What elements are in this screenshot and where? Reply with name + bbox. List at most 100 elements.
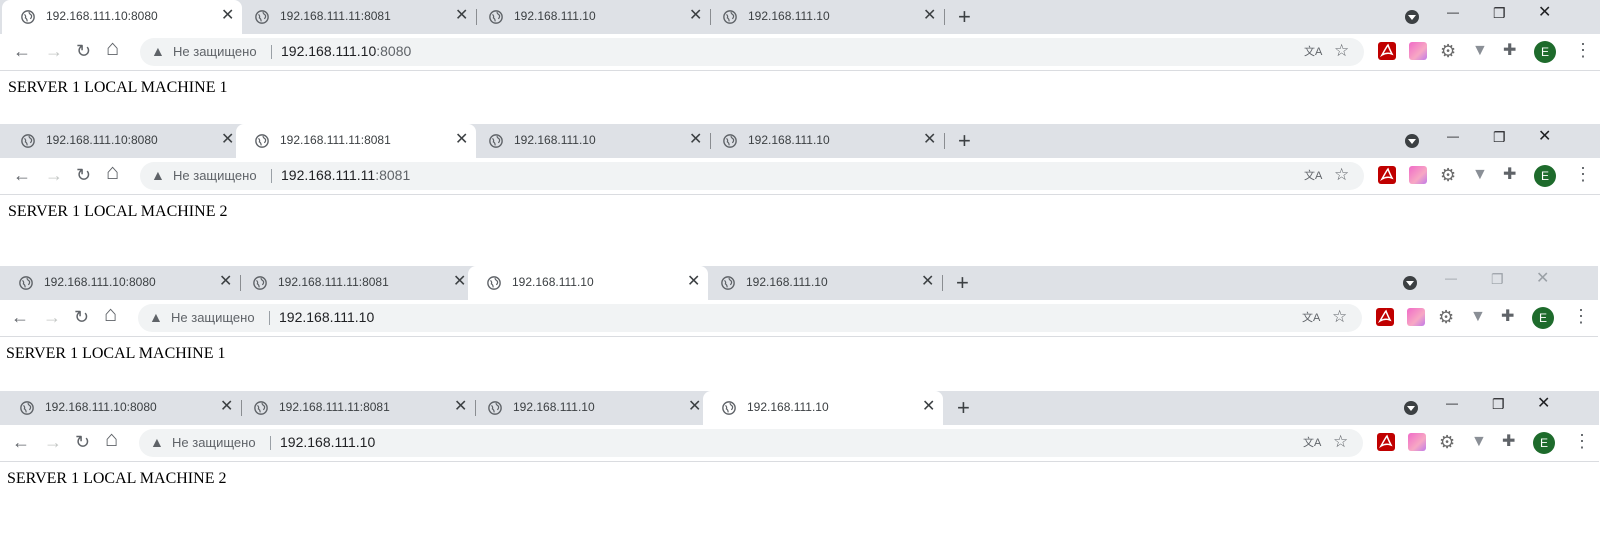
tab-search-dropdown-icon[interactable] [1403, 276, 1417, 290]
close-tab-icon[interactable]: ✕ [221, 8, 234, 24]
close-tab-icon[interactable]: ✕ [219, 274, 232, 290]
puzzle-icon[interactable]: ✚ [1503, 42, 1521, 60]
close-tab-icon[interactable]: ✕ [922, 399, 935, 415]
close-tab-icon[interactable]: ✕ [221, 132, 234, 148]
home-button[interactable]: ⌂ [106, 37, 119, 59]
bookmark-star-icon[interactable]: ☆ [1334, 165, 1349, 185]
tab[interactable]: 192.168.111.10 ✕ [704, 124, 945, 158]
profile-avatar[interactable]: E [1534, 165, 1556, 187]
gear-icon[interactable]: ⚙ [1440, 42, 1458, 60]
bookmark-star-icon[interactable]: ☆ [1334, 41, 1349, 61]
home-button[interactable]: ⌂ [104, 303, 117, 325]
tab-active[interactable]: 192.168.111.10 ✕ [703, 391, 943, 425]
gradient-square-icon[interactable] [1407, 308, 1425, 326]
kebab-menu-icon[interactable]: ⋮ [1572, 306, 1590, 326]
pdf-icon[interactable] [1376, 308, 1394, 326]
close-tab-icon[interactable]: ✕ [689, 132, 702, 148]
translate-icon[interactable]: 文A [1303, 434, 1321, 450]
address-bar[interactable]: ▲ Не защищено 192.168.111.10:8080 文A ☆ [140, 38, 1364, 66]
close-tab-icon[interactable]: ✕ [923, 132, 936, 148]
back-button[interactable]: ← [11, 307, 29, 327]
v-shield-icon[interactable]: ▼ [1472, 166, 1490, 184]
close-tab-icon[interactable]: ✕ [923, 8, 936, 24]
new-tab-button[interactable]: + [958, 130, 971, 152]
tab[interactable]: 192.168.111.11:8081 ✕ [234, 266, 474, 300]
tab-search-dropdown-icon[interactable] [1405, 134, 1419, 148]
new-tab-button[interactable]: + [958, 6, 971, 28]
v-shield-icon[interactable]: ▼ [1471, 433, 1489, 451]
new-tab-button[interactable]: + [956, 272, 969, 294]
address-bar[interactable]: ▲ Не защищено 192.168.111.10 文A ☆ [139, 429, 1363, 457]
tab[interactable]: 192.168.111.11:8081 ✕ [236, 0, 477, 34]
tab[interactable]: 192.168.111.10 ✕ [704, 0, 945, 34]
url-text[interactable]: 192.168.111.10:8080 [281, 43, 411, 59]
restore-button[interactable]: ❐ [1493, 129, 1506, 145]
close-tab-icon[interactable]: ✕ [220, 399, 233, 415]
home-button[interactable]: ⌂ [105, 428, 118, 450]
forward-button[interactable]: → [44, 432, 62, 452]
minimize-button[interactable]: — [1447, 4, 1459, 20]
tab[interactable]: 192.168.111.10 ✕ [470, 124, 711, 158]
tab-search-dropdown-icon[interactable] [1405, 10, 1419, 24]
close-window-button[interactable]: ✕ [1536, 271, 1549, 287]
warning-triangle-icon[interactable]: ▲ [150, 434, 164, 450]
warning-triangle-icon[interactable]: ▲ [151, 167, 165, 183]
gear-icon[interactable]: ⚙ [1440, 166, 1458, 184]
address-bar[interactable]: ▲ Не защищено 192.168.111.10 文A ☆ [138, 304, 1362, 332]
close-tab-icon[interactable]: ✕ [688, 399, 701, 415]
restore-button[interactable]: ❐ [1493, 5, 1506, 21]
close-tab-icon[interactable]: ✕ [921, 274, 934, 290]
v-shield-icon[interactable]: ▼ [1472, 42, 1490, 60]
profile-avatar[interactable]: E [1534, 41, 1556, 63]
reload-button[interactable]: ↻ [76, 165, 91, 185]
forward-button[interactable]: → [43, 307, 61, 327]
close-window-button[interactable]: ✕ [1538, 129, 1551, 145]
minimize-button[interactable]: — [1447, 128, 1459, 144]
not-secure-label[interactable]: Не защищено [171, 310, 255, 325]
pdf-icon[interactable] [1377, 433, 1395, 451]
close-tab-icon[interactable]: ✕ [689, 8, 702, 24]
minimize-button[interactable]: — [1446, 395, 1458, 411]
not-secure-label[interactable]: Не защищено [173, 44, 257, 59]
new-tab-button[interactable]: + [957, 397, 970, 419]
tab[interactable]: 192.168.111.10 ✕ [702, 266, 943, 300]
not-secure-label[interactable]: Не защищено [172, 435, 256, 450]
reload-button[interactable]: ↻ [75, 432, 90, 452]
back-button[interactable]: ← [12, 432, 30, 452]
pdf-icon[interactable] [1378, 42, 1396, 60]
tab[interactable]: 192.168.111.11:8081 ✕ [235, 391, 476, 425]
close-tab-icon[interactable]: ✕ [454, 399, 467, 415]
close-tab-icon[interactable]: ✕ [453, 274, 466, 290]
profile-avatar[interactable]: E [1533, 432, 1555, 454]
reload-button[interactable]: ↻ [74, 307, 89, 327]
url-text[interactable]: 192.168.111.10 [279, 309, 374, 325]
bookmark-star-icon[interactable]: ☆ [1333, 432, 1348, 452]
close-tab-icon[interactable]: ✕ [455, 8, 468, 24]
tab-active[interactable]: 192.168.111.11:8081 ✕ [236, 124, 476, 158]
tab[interactable]: 192.168.111.10:8080 ✕ [2, 124, 242, 158]
translate-icon[interactable]: 文A [1304, 167, 1322, 183]
close-tab-icon[interactable]: ✕ [687, 274, 700, 290]
close-tab-icon[interactable]: ✕ [455, 132, 468, 148]
close-window-button[interactable]: ✕ [1538, 5, 1551, 21]
puzzle-icon[interactable]: ✚ [1501, 308, 1519, 326]
url-text[interactable]: 192.168.111.11:8081 [281, 167, 410, 183]
forward-button[interactable]: → [45, 41, 63, 61]
puzzle-icon[interactable]: ✚ [1503, 166, 1521, 184]
forward-button[interactable]: → [45, 165, 63, 185]
tab[interactable]: 192.168.111.10 ✕ [469, 391, 709, 425]
pdf-icon[interactable] [1378, 166, 1396, 184]
tab-search-dropdown-icon[interactable] [1404, 401, 1418, 415]
tab[interactable]: 192.168.111.10:8080 ✕ [0, 266, 241, 300]
tab-active[interactable]: 192.168.111.10 ✕ [468, 266, 708, 300]
gradient-square-icon[interactable] [1409, 42, 1427, 60]
gradient-square-icon[interactable] [1409, 166, 1427, 184]
gear-icon[interactable]: ⚙ [1439, 433, 1457, 451]
close-window-button[interactable]: ✕ [1537, 396, 1550, 412]
gear-icon[interactable]: ⚙ [1438, 308, 1456, 326]
back-button[interactable]: ← [13, 165, 31, 185]
tab[interactable]: 192.168.111.10 ✕ [470, 0, 711, 34]
gradient-square-icon[interactable] [1408, 433, 1426, 451]
puzzle-icon[interactable]: ✚ [1502, 433, 1520, 451]
warning-triangle-icon[interactable]: ▲ [149, 309, 163, 325]
